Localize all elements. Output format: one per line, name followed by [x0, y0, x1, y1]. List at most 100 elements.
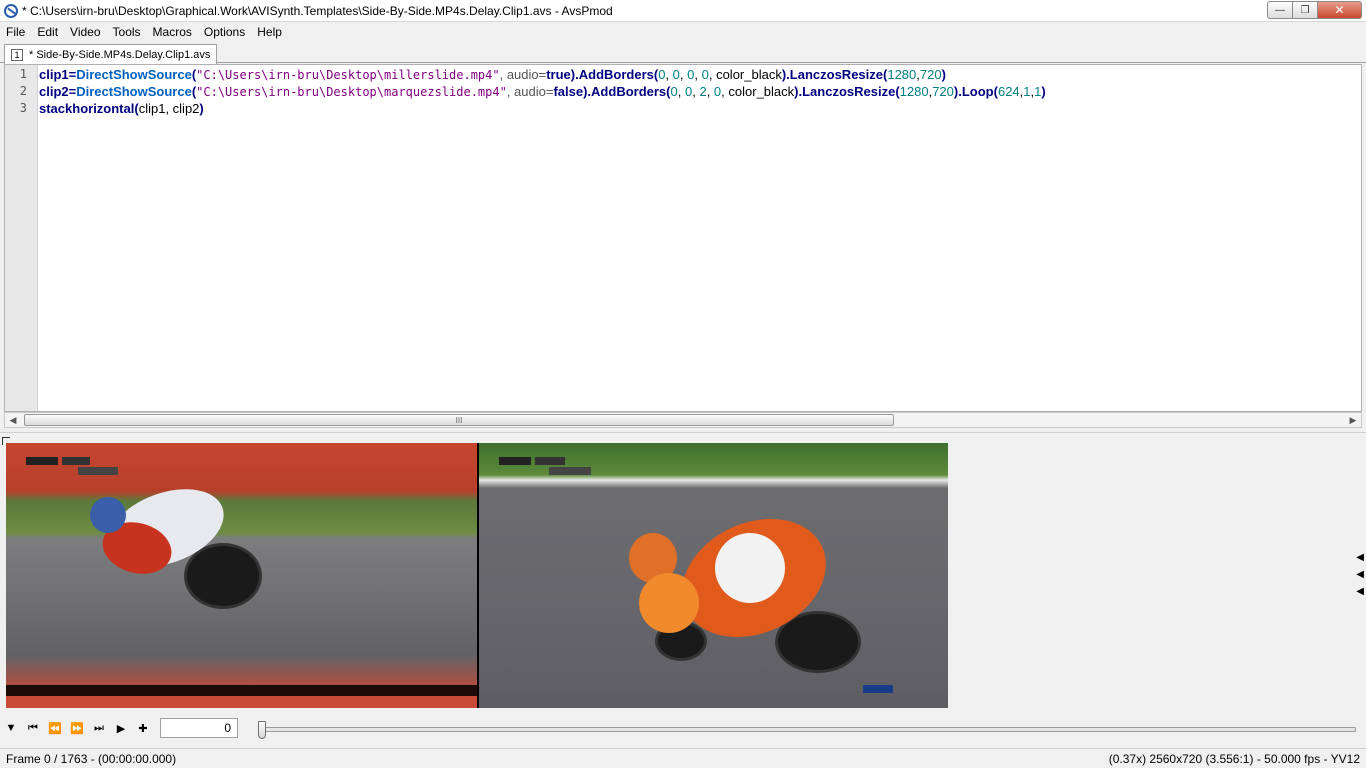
broadcast-logo-badge — [26, 457, 58, 465]
frame-number-input[interactable] — [160, 718, 238, 738]
broadcast-logo-badge — [499, 457, 531, 465]
code-punct: ). — [583, 84, 592, 99]
tab-number: 1 — [11, 48, 23, 61]
editor-preview-splitter[interactable] — [0, 432, 1366, 438]
code-param: , audio= — [499, 67, 547, 82]
code-ident: color_black — [716, 67, 782, 82]
avspmod-app-icon — [4, 3, 18, 18]
code-number: 1280 — [887, 67, 917, 82]
rider-body — [639, 573, 699, 633]
script-editor[interactable]: 1 2 3 clip1=DirectShowSource("C:\Users\i… — [4, 64, 1362, 412]
code-fn: AddBorders — [578, 67, 654, 82]
collapse-arrow-icon[interactable]: ◀ — [1356, 569, 1364, 580]
rear-wheel — [184, 543, 262, 609]
menu-bar: File Edit Video Tools Macros Options Hel… — [0, 22, 1366, 42]
menu-file[interactable]: File — [0, 25, 31, 39]
first-frame-button[interactable]: ⏮ — [22, 718, 44, 738]
code-param: , audio= — [506, 84, 554, 99]
side-panel-arrows: ◀ ◀ ◀ — [1356, 552, 1364, 597]
code-string: "C:\Users\irn-bru\Desktop\millerslide.mp… — [196, 68, 500, 82]
code-number: 720 — [919, 67, 942, 82]
clip2-frame — [479, 443, 948, 708]
code-punct: ). — [570, 67, 579, 82]
slider-thumb[interactable] — [258, 721, 266, 739]
replay-badge — [62, 457, 90, 465]
code-fn: LanczosResize — [789, 67, 883, 82]
tab-strip: 1 * Side-By-Side.MP4s.Delay.Clip1.avs — [0, 42, 1366, 64]
frame-status: Frame 0 / 1763 - (00:00:00.000) — [6, 751, 177, 766]
code-fn: stackhorizontal — [39, 101, 135, 116]
collapse-arrow-icon[interactable]: ◀ — [1356, 586, 1364, 597]
code-number: 1280 — [899, 84, 929, 99]
code-punct: ) — [1041, 84, 1046, 99]
restore-button[interactable]: ❐ — [1293, 1, 1318, 19]
menu-edit[interactable]: Edit — [31, 25, 64, 39]
preview-background — [948, 443, 1366, 708]
menu-tools[interactable]: Tools — [107, 25, 147, 39]
video-preview[interactable] — [6, 443, 948, 708]
editor-horizontal-scrollbar[interactable]: ◀ III ▶ — [4, 412, 1362, 428]
code-punct: ). — [953, 84, 962, 99]
menu-macros[interactable]: Macros — [147, 25, 198, 39]
window-title: * C:\Users\irn-bru\Desktop\Graphical.Wor… — [22, 3, 613, 18]
code-line-3[interactable]: stackhorizontal(clip1, clip2) — [39, 101, 204, 118]
minimize-button[interactable]: — — [1267, 1, 1293, 19]
code-number: 0 — [670, 84, 678, 99]
scroll-left-arrow-icon[interactable]: ◀ — [5, 413, 21, 427]
tab-script[interactable]: 1 * Side-By-Side.MP4s.Delay.Clip1.avs — [4, 44, 218, 64]
bookmark-icon[interactable]: ✚ — [132, 718, 154, 738]
frame-slider[interactable] — [258, 721, 1358, 739]
replay-badge — [535, 457, 565, 465]
rider-name-badge — [78, 467, 118, 475]
code-number: 1 — [1023, 84, 1031, 99]
tab-label: * Side-By-Side.MP4s.Delay.Clip1.avs — [29, 48, 211, 61]
play-button[interactable]: ▶ — [110, 718, 132, 738]
corner-logo-badge — [863, 685, 893, 693]
code-line-2[interactable]: clip2=DirectShowSource("C:\Users\irn-bru… — [39, 84, 1046, 101]
code-args: clip1, clip2 — [138, 101, 200, 116]
code-bool: false — [553, 84, 584, 99]
rider-name-badge — [549, 467, 591, 475]
rider-helmet — [90, 497, 126, 533]
scroll-right-arrow-icon[interactable]: ▶ — [1345, 413, 1361, 427]
news-ticker — [6, 685, 477, 696]
code-number: 0 — [701, 67, 709, 82]
menu-video[interactable]: Video — [64, 25, 106, 39]
line-number: 3 — [19, 101, 27, 115]
window-controls: — ❐ ✕ — [1267, 1, 1362, 19]
video-info-status: (0.37x) 2560x720 (3.556:1) - 50.000 fps … — [1108, 751, 1360, 766]
code-punct: ) — [199, 101, 204, 116]
line-number: 2 — [19, 84, 27, 98]
toggle-preview-button[interactable]: ▼ — [0, 718, 22, 738]
status-bar: Frame 0 / 1763 - (00:00:00.000) (0.37x) … — [0, 748, 1366, 768]
title-bar: * C:\Users\irn-bru\Desktop\Graphical.Wor… — [0, 0, 1366, 22]
clip1-frame — [6, 443, 477, 708]
code-string: "C:\Users\irn-bru\Desktop\marquezslide.m… — [196, 85, 507, 99]
menu-help[interactable]: Help — [251, 25, 288, 39]
prev-frame-button[interactable]: ⏪ — [44, 718, 66, 738]
line-number: 1 — [19, 67, 27, 81]
collapse-arrow-icon[interactable]: ◀ — [1356, 552, 1364, 563]
code-punct: ) — [941, 67, 946, 82]
code-punct: ). — [794, 84, 803, 99]
code-fn: DirectShowSource — [76, 67, 192, 82]
code-number: 624 — [997, 84, 1020, 99]
code-punct: ). — [781, 67, 790, 82]
code-number: 0 — [672, 67, 680, 82]
line-number-gutter: 1 2 3 — [5, 65, 38, 411]
code-fn: Loop — [961, 84, 994, 99]
last-frame-button[interactable]: ⏭ — [88, 718, 110, 738]
code-fn: AddBorders — [591, 84, 667, 99]
code-var: clip1 — [39, 67, 69, 82]
code-fn: DirectShowSource — [76, 84, 192, 99]
menu-options[interactable]: Options — [198, 25, 251, 39]
slider-track[interactable] — [258, 727, 1356, 732]
code-number: 720 — [932, 84, 954, 99]
scrollbar-grip: III — [455, 415, 463, 425]
code-line-1[interactable]: clip1=DirectShowSource("C:\Users\irn-bru… — [39, 67, 946, 84]
code-fn: LanczosResize — [802, 84, 896, 99]
scrollbar-thumb[interactable]: III — [24, 414, 894, 426]
next-frame-button[interactable]: ⏩ — [66, 718, 88, 738]
code-bool: true — [546, 67, 571, 82]
close-button[interactable]: ✕ — [1318, 1, 1362, 19]
